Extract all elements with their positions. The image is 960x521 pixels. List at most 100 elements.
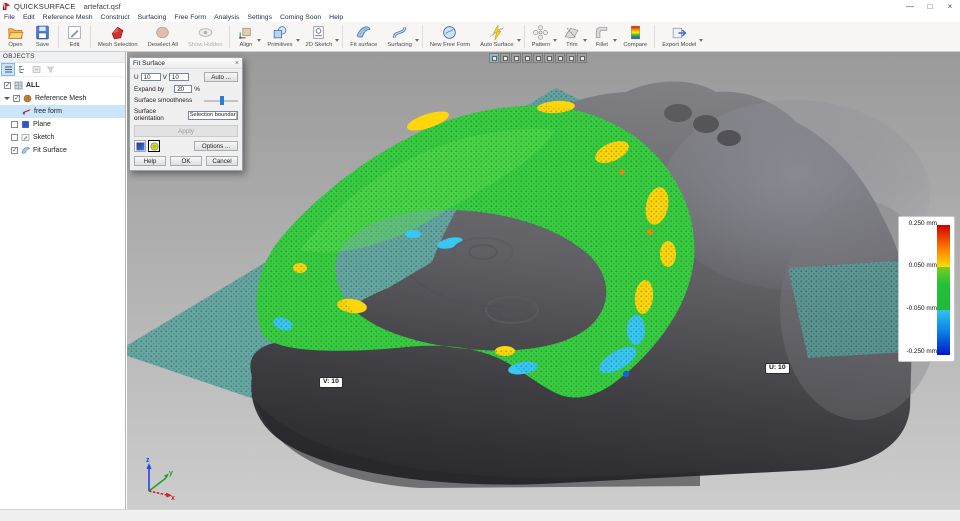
v-count-tag: V: 10 — [319, 377, 343, 388]
new-free-form-icon — [443, 26, 457, 39]
primitives-button[interactable]: Primitives — [262, 22, 297, 51]
apply-button[interactable]: Apply — [134, 125, 238, 137]
menu-free-form[interactable]: Free Form — [170, 14, 210, 21]
select-dropdown-icon[interactable] — [235, 111, 237, 119]
fillet-button[interactable]: Fillet — [588, 22, 615, 51]
smoothness-slider[interactable] — [204, 96, 238, 105]
viewport-3d-scene[interactable] — [127, 52, 960, 510]
checkbox-all[interactable]: ✓ — [4, 82, 11, 89]
menu-analysis[interactable]: Analysis — [210, 14, 243, 21]
toolbar-separator — [90, 25, 91, 48]
toolbar-separator — [58, 25, 59, 48]
menu-coming-soon[interactable]: Coming Soon — [276, 14, 325, 21]
filter-button[interactable] — [44, 64, 56, 75]
fit-surface-button[interactable]: Fit surface — [345, 22, 382, 51]
pattern-button[interactable]: Pattern — [527, 22, 556, 51]
menu-bar: File Edit Reference Mesh Construct Surfa… — [0, 12, 960, 22]
legend-value-lower: -0.050 mm — [906, 305, 937, 312]
tree-item-fit-surface[interactable]: ✓ Fit Surface — [0, 144, 125, 157]
tree-item-sketch[interactable]: Sketch — [0, 131, 125, 144]
align-button[interactable]: Align — [232, 22, 259, 51]
view-front-button[interactable] — [500, 53, 510, 63]
view-bottom-button[interactable] — [555, 53, 565, 63]
menu-help[interactable]: Help — [325, 14, 347, 21]
menu-file[interactable]: File — [0, 14, 19, 21]
view-zoom-fit-button[interactable] — [577, 53, 587, 63]
colormap-toggle-button[interactable] — [148, 140, 160, 152]
checkbox-reference-mesh[interactable]: ✓ — [13, 95, 20, 102]
menu-edit[interactable]: Edit — [19, 14, 39, 21]
align-icon — [239, 27, 252, 39]
toolbar-separator — [523, 25, 525, 48]
objects-panel-toolbar — [0, 63, 125, 77]
view-back-button[interactable] — [511, 53, 521, 63]
checkbox-sketch[interactable] — [11, 134, 18, 141]
tree-item-reference-mesh[interactable]: ✓ Reference Mesh — [0, 92, 125, 105]
cancel-button[interactable]: Cancel — [206, 156, 238, 166]
deselect-all-button[interactable]: Deselect All — [143, 22, 183, 51]
2d-sketch-icon — [313, 26, 325, 39]
minimize-button[interactable]: — — [900, 0, 920, 12]
maximize-button[interactable]: □ — [920, 0, 940, 12]
edit-button[interactable]: Edit — [61, 22, 88, 51]
objects-panel: OBJECTS ✓ ALL ✓ Reference Mesh free form… — [0, 52, 126, 510]
tree-item-free-form[interactable]: free form — [0, 105, 125, 118]
plain-color-toggle-button[interactable] — [134, 140, 146, 152]
deviation-legend: 0.250 mm 0.050 mm -0.050 mm -0.250 mm — [898, 216, 955, 362]
mesh-selection-button[interactable]: Mesh Selection — [93, 22, 143, 51]
ok-button[interactable]: OK — [170, 156, 202, 166]
save-button[interactable]: Save — [29, 22, 56, 51]
surfacing-button[interactable]: Surfacing — [382, 22, 417, 51]
tree-item-plane[interactable]: Plane — [0, 118, 125, 131]
fit-surface-dialog: Fit Surface × U 10 V 10 Auto ... Expand … — [129, 57, 243, 171]
orientation-select[interactable]: Selection boundar — [187, 110, 238, 120]
menu-reference-mesh[interactable]: Reference Mesh — [39, 14, 97, 21]
options-button[interactable]: Options ... — [194, 141, 238, 151]
collapse-arrow-icon[interactable] — [4, 97, 10, 100]
expand-by-input[interactable]: 20 — [174, 85, 193, 93]
surface-orientation-label: Surface orientation — [134, 108, 164, 122]
slider-handle[interactable] — [220, 96, 224, 105]
plain-color-icon — [136, 142, 144, 150]
help-button[interactable]: Help — [134, 156, 166, 166]
tree-view-button[interactable] — [16, 64, 28, 75]
objects-tree: ✓ ALL ✓ Reference Mesh free form Plane S… — [0, 79, 125, 157]
close-button[interactable]: × — [940, 0, 960, 12]
dialog-title: Fit Surface — [133, 59, 165, 67]
viewport-3d[interactable]: Fit Surface × U 10 V 10 Auto ... Expand … — [127, 52, 960, 510]
app-logo-icon — [2, 2, 11, 10]
auto-surface-button[interactable]: Auto Surface — [475, 22, 519, 51]
trim-button[interactable]: Trim — [558, 22, 585, 51]
tree-item-all[interactable]: ✓ ALL — [0, 79, 125, 92]
view-left-button[interactable] — [522, 53, 532, 63]
menu-settings[interactable]: Settings — [243, 14, 276, 21]
view-isometric-button[interactable] — [489, 53, 499, 63]
checkbox-plane[interactable] — [11, 121, 18, 128]
show-hidden-eye-icon — [198, 28, 212, 37]
trim-icon — [564, 27, 579, 39]
dialog-close-icon[interactable]: × — [235, 60, 239, 67]
view-orientation-buttons — [489, 53, 587, 63]
dialog-title-bar[interactable]: Fit Surface × — [130, 58, 242, 69]
menu-surfacing[interactable]: Surfacing — [134, 14, 171, 21]
v-input[interactable]: 10 — [168, 73, 189, 81]
list-view-button[interactable] — [1, 63, 15, 76]
coordinate-triad: z y x — [146, 457, 175, 501]
2d-sketch-button[interactable]: 2D Sketch — [301, 22, 338, 51]
show-hidden-button[interactable]: Show Hidden — [183, 22, 227, 51]
menu-construct[interactable]: Construct — [97, 14, 134, 21]
open-button[interactable]: Open — [2, 22, 29, 51]
app-title: QUICKSURFACE — [14, 1, 76, 11]
view-right-button[interactable] — [533, 53, 543, 63]
export-model-button[interactable]: Export Model — [657, 22, 701, 51]
expand-all-button[interactable] — [30, 64, 42, 75]
auto-button[interactable]: Auto ... — [204, 72, 238, 82]
compare-button[interactable]: Compare — [618, 22, 652, 51]
all-icon — [14, 81, 23, 90]
view-top-button[interactable] — [544, 53, 554, 63]
u-input[interactable]: 10 — [140, 73, 161, 81]
checkbox-fit-surface[interactable]: ✓ — [11, 147, 18, 154]
export-model-icon — [672, 27, 687, 39]
view-rotate-button[interactable] — [566, 53, 576, 63]
new-free-form-button[interactable]: New Free Form — [425, 22, 475, 51]
